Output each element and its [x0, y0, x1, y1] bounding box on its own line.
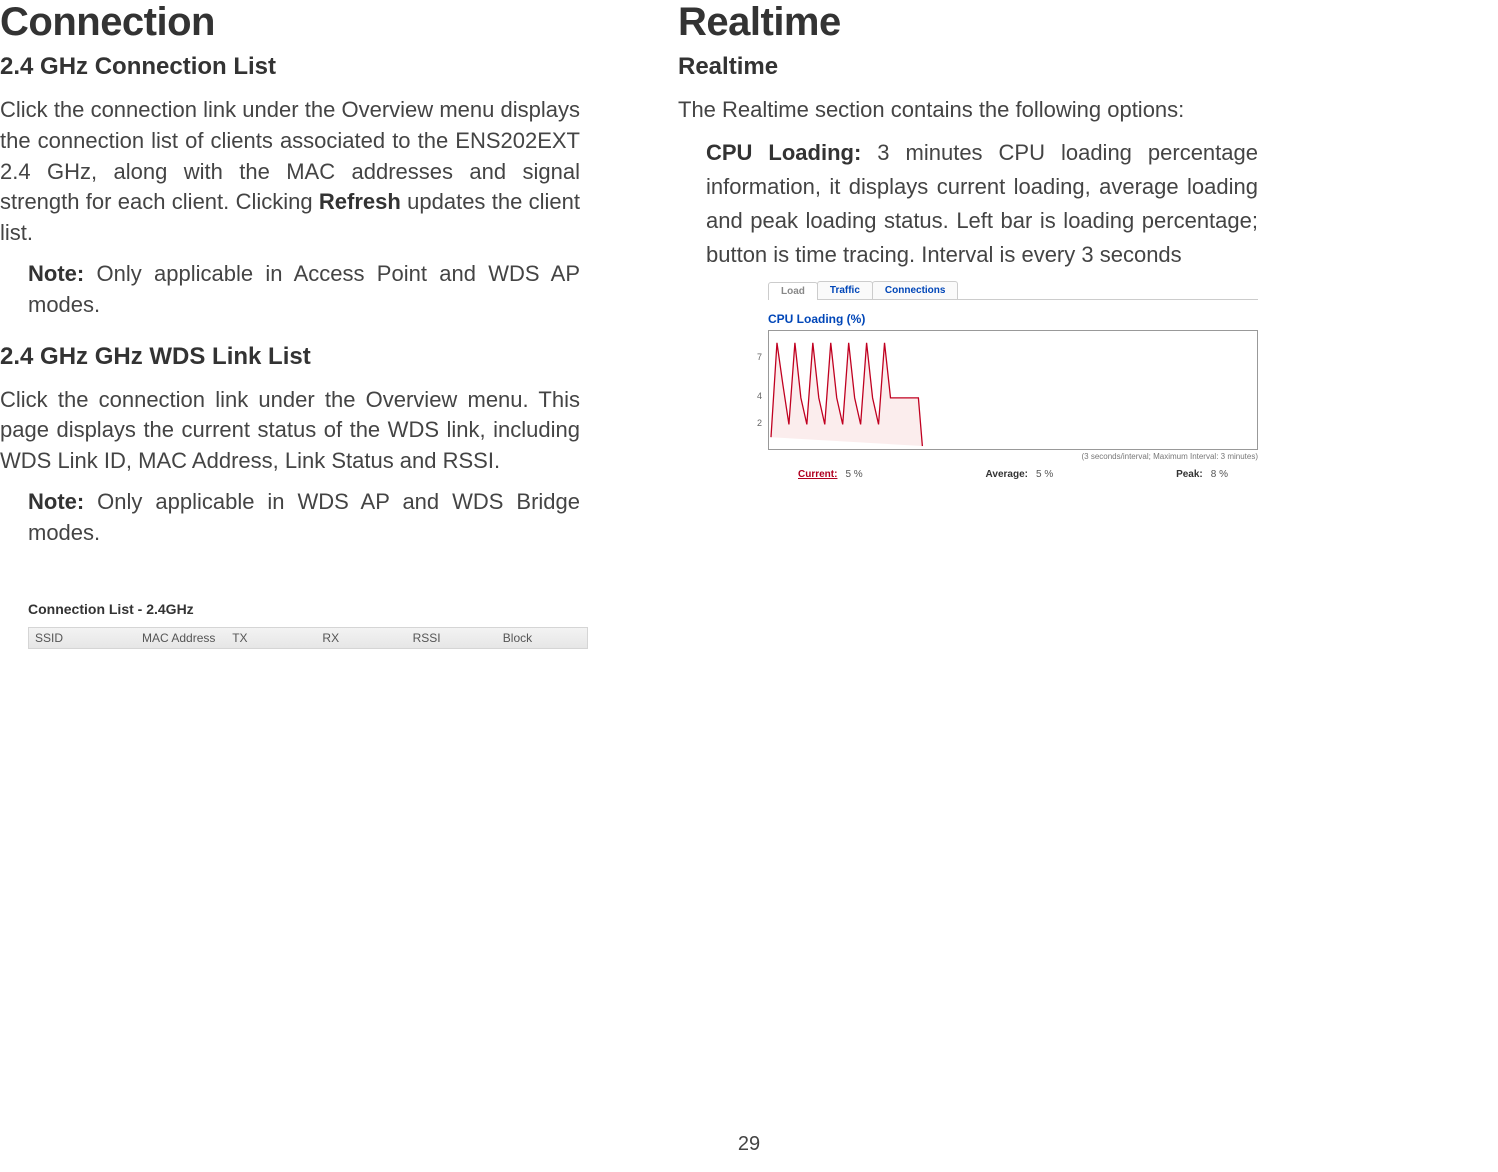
- connection-list-header: SSID MAC Address TX RX RSSI Block: [28, 627, 588, 649]
- paragraph-conn-list: Click the connection link under the Over…: [0, 95, 580, 249]
- peak-label: Peak:: [1176, 469, 1203, 480]
- ytick-2: 2: [757, 418, 762, 428]
- stat-average: Average: 5 %: [986, 469, 1054, 480]
- chart-tabs: Load Traffic Connections: [768, 280, 1258, 300]
- paragraph-wds: Click the connection link under the Over…: [0, 385, 580, 477]
- realtime-intro: The Realtime section contains the follow…: [678, 95, 1258, 126]
- note-text: Only applicable in Access Point and WDS …: [28, 261, 580, 317]
- refresh-label: Refresh: [319, 189, 401, 214]
- connection-list-title: Connection List - 2.4GHz: [28, 601, 588, 617]
- average-label: Average:: [986, 469, 1028, 480]
- col-ssid: SSID: [29, 631, 136, 645]
- ytick-4: 4: [757, 391, 762, 401]
- subheading-24ghz-conn-list: 2.4 GHz Connection List: [0, 53, 580, 81]
- cpu-loading-label: CPU Loading:: [706, 140, 861, 165]
- ytick-7: 7: [757, 352, 762, 362]
- peak-value: 8 %: [1211, 469, 1228, 480]
- chart-title: CPU Loading (%): [768, 312, 1258, 326]
- col-block: Block: [497, 631, 587, 645]
- current-value: 5 %: [845, 469, 862, 480]
- cpu-loading-desc: CPU Loading: 3 minutes CPU loading perce…: [678, 136, 1258, 272]
- stat-current: Current: 5 %: [798, 469, 863, 480]
- chart-area: 7 4 2: [768, 330, 1258, 450]
- chart-line: [771, 343, 922, 446]
- cpu-chart-widget: Load Traffic Connections CPU Loading (%)…: [768, 280, 1258, 480]
- heading-realtime: Realtime: [678, 0, 1258, 45]
- chart-footer: (3 seconds/interval; Maximum Interval: 3…: [768, 452, 1258, 461]
- col-tx: TX: [226, 631, 316, 645]
- stat-peak: Peak: 8 %: [1176, 469, 1228, 480]
- page-number: 29: [738, 1133, 760, 1156]
- col-rx: RX: [316, 631, 406, 645]
- connection-list-widget: Connection List - 2.4GHz SSID MAC Addres…: [28, 601, 588, 649]
- note-wds: Note: Only applicable in WDS AP and WDS …: [0, 487, 580, 549]
- tab-load[interactable]: Load: [768, 282, 818, 300]
- chart-stats: Current: 5 % Average: 5 % Peak: 8 %: [768, 469, 1258, 480]
- col-rssi: RSSI: [407, 631, 497, 645]
- heading-connection: Connection: [0, 0, 580, 45]
- note-conn-list: Note: Only applicable in Access Point an…: [0, 259, 580, 321]
- col-mac: MAC Address: [136, 631, 226, 645]
- subheading-wds-link-list: 2.4 GHz GHz WDS Link List: [0, 343, 580, 371]
- average-value: 5 %: [1036, 469, 1053, 480]
- current-label[interactable]: Current:: [798, 469, 837, 480]
- chart-svg: [769, 331, 1257, 449]
- subheading-realtime: Realtime: [678, 53, 1258, 81]
- note-text: Only applicable in WDS AP and WDS Bridge…: [28, 489, 580, 545]
- tab-traffic[interactable]: Traffic: [817, 281, 873, 299]
- note-label: Note:: [28, 261, 84, 286]
- tab-connections[interactable]: Connections: [872, 281, 959, 299]
- note-label: Note:: [28, 489, 84, 514]
